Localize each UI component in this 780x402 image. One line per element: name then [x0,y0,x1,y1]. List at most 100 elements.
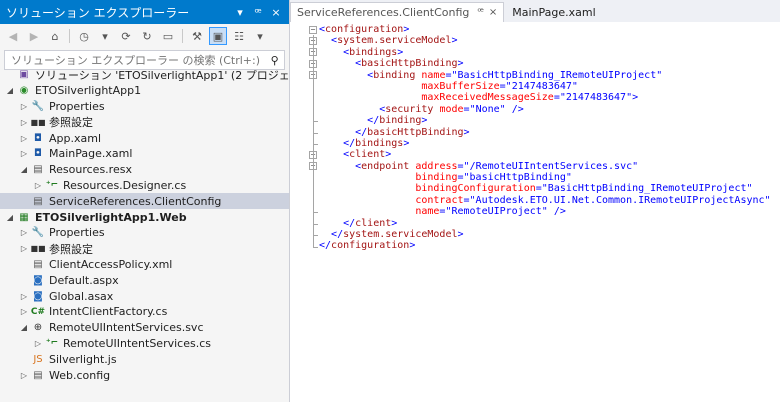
clientaccesspolicy-xml-node[interactable]: ▤ ClientAccessPolicy.xml [0,257,289,273]
code-line: maxBufferSize="2147483647" [319,81,780,92]
code-token: </ [331,229,344,241]
code-editor[interactable]: −−−−−−− <configuration> <system.serviceM… [290,24,780,402]
remoteuiintentservices-svc-node[interactable]: ◢ ⊕ RemoteUIIntentServices.svc [0,320,289,336]
home-icon[interactable]: ⌂ [46,27,64,45]
dropdown-arrow-icon[interactable]: ▾ [96,27,114,45]
view-class-diagram-icon[interactable]: ☷ [230,27,248,45]
refresh-icon[interactable]: ↻ [138,27,156,45]
close-icon[interactable]: × [489,7,497,18]
code-token: name [415,206,440,218]
mainpage-xaml-node[interactable]: ▷ ◘ MainPage.xaml [0,146,289,162]
pin-icon[interactable]: ꟹ [251,6,265,19]
servicereferences-clientconfig-node[interactable]: ▤ ServiceReferences.ClientConfig [0,193,289,210]
forward-icon[interactable]: ▶ [25,27,43,45]
wrench-file-icon: 🔧 [31,227,45,239]
outline-end-tick [313,235,318,237]
tab-servicereferences-clientconfig[interactable]: ServiceReferences.ClientConfig ꟹ × [290,2,505,22]
close-icon[interactable]: × [269,6,283,19]
show-all-files-icon[interactable]: ▣ [209,27,227,45]
expanded-arrow-icon[interactable]: ◢ [18,165,30,174]
collapsed-arrow-icon[interactable]: ▷ [32,339,44,348]
code-token: bindingConfiguration [415,183,536,195]
code-token: /> [511,103,524,115]
solution-node[interactable]: ▣ ソリューション 'ETOSilverlightApp1' (2 プロジェクト) [0,67,316,83]
intentclientfactory-cs-node[interactable]: ▷ C# IntentClientFactory.cs [0,304,289,320]
js-file-icon: JS [33,353,43,365]
resx-file-icon: ▤ [33,164,43,176]
code-line: <binding name="BasicHttpBinding_IRemoteU… [319,70,780,81]
solution-explorer-toolbar: ◀ ▶ ⌂ ◷ ▾ ⟳ ↻ ▭ ⚒ ▣ ☷ ▾ [0,24,289,48]
dropdown-icon[interactable]: ▾ [233,6,247,19]
tree-item-label: ETOSilverlightApp1 [35,84,142,98]
collapsed-arrow-icon[interactable]: ▷ [18,134,30,143]
code-token: > [403,137,410,149]
xaml-file-icon: ◘ [34,132,42,144]
dropdown-arrow-icon[interactable]: ▾ [251,27,269,45]
web-config-node[interactable]: ▷ ▤ Web.config [0,367,289,383]
remoteuiintentservices-cs-node[interactable]: ▷ ⁺⌐ RemoteUIIntentServices.cs [0,336,289,352]
refs-file-icon: ■■ [30,244,46,254]
collapsed-arrow-icon[interactable]: ▷ [18,292,30,301]
search-icon[interactable]: ⚲ [265,54,284,67]
code-token: endpoint [361,160,410,172]
back-icon[interactable]: ◀ [4,27,22,45]
code-token: "RemoteUIProject" [445,206,548,218]
code-token: "Autodesk.ETO.UI.Net.Common.IRemoteUIPro… [469,194,771,206]
expanded-arrow-icon[interactable]: ◢ [4,86,16,95]
default-aspx-node[interactable]: ◙ Default.aspx [0,272,289,288]
code-token: /> [553,206,566,218]
references-node[interactable]: ▷ ■■ 参照設定 [0,241,289,257]
code-token: > [421,115,428,127]
editor-tab-strip: ServiceReferences.ClientConfig ꟹ × MainP… [290,0,780,22]
properties-node[interactable]: ▷ 🔧 Properties [0,225,289,241]
collapsed-arrow-icon[interactable]: ▷ [18,371,30,380]
code-token: system.serviceModel [337,35,452,47]
code-line: </configuration> [319,240,780,251]
sync-icon[interactable]: ⟳ [117,27,135,45]
resources-designer-cs-node[interactable]: ▷ ⁺⌐ Resources.Designer.cs [0,178,289,194]
expanded-arrow-icon[interactable]: ◢ [18,323,30,332]
collapsed-arrow-icon[interactable]: ▷ [18,244,30,253]
expanded-arrow-icon[interactable]: ◢ [4,213,16,222]
collapsed-arrow-icon[interactable]: ▷ [18,118,30,127]
silverlight-js-node[interactable]: JS Silverlight.js [0,351,289,367]
collapsed-arrow-icon[interactable]: ▷ [18,149,30,158]
code-token: binding [373,69,416,81]
collapsed-arrow-icon[interactable]: ▷ [18,307,30,316]
code-token: > [457,58,464,70]
resources-resx-node[interactable]: ◢ ▤ Resources.resx [0,162,289,178]
tree-item-label: ServiceReferences.ClientConfig [49,194,222,208]
tab-mainpage-xaml[interactable]: MainPage.xaml [506,2,601,22]
project-etosilverlightapp1[interactable]: ◢ ◉ ETOSilverlightApp1 [0,83,289,99]
project-etosilverlightapp1-web[interactable]: ◢ ▦ ETOSilverlightApp1.Web [0,209,289,225]
collapsed-arrow-icon[interactable]: ▷ [32,181,44,190]
web-file-icon: ▦ [19,211,29,223]
search-input[interactable] [11,53,266,67]
cs-file-icon: ⁺⌐ [45,338,59,349]
code-token: </ [343,137,356,149]
collapsed-arrow-icon[interactable]: ▷ [18,228,30,237]
properties-node[interactable]: ▷ 🔧 Properties [0,99,289,115]
pending-changes-icon[interactable]: ◷ [75,27,93,45]
code-token: > [409,240,416,252]
code-text[interactable]: <configuration> <system.serviceModel> <b… [319,24,780,252]
pin-icon[interactable]: ꟹ [477,7,483,18]
tree-item-label: 参照設定 [49,242,93,256]
collapse-region-icon[interactable]: − [309,25,317,34]
collapse-all-icon[interactable]: ▭ [159,27,177,45]
references-node[interactable]: ▷ ■■ 参照設定 [0,114,289,130]
collapsed-arrow-icon[interactable]: ▷ [18,102,30,111]
asax-file-icon: ◙ [33,274,43,286]
app-xaml-node[interactable]: ▷ ◘ App.xaml [0,130,289,146]
svc-file-icon: ⊕ [33,322,43,334]
code-token: > [403,24,410,35]
properties-wrench-icon[interactable]: ⚒ [188,27,206,45]
code-line: <security mode="None" /> [319,104,780,115]
global-asax-node[interactable]: ▷ ◙ Global.asax [0,288,289,304]
code-token: > [397,46,404,58]
